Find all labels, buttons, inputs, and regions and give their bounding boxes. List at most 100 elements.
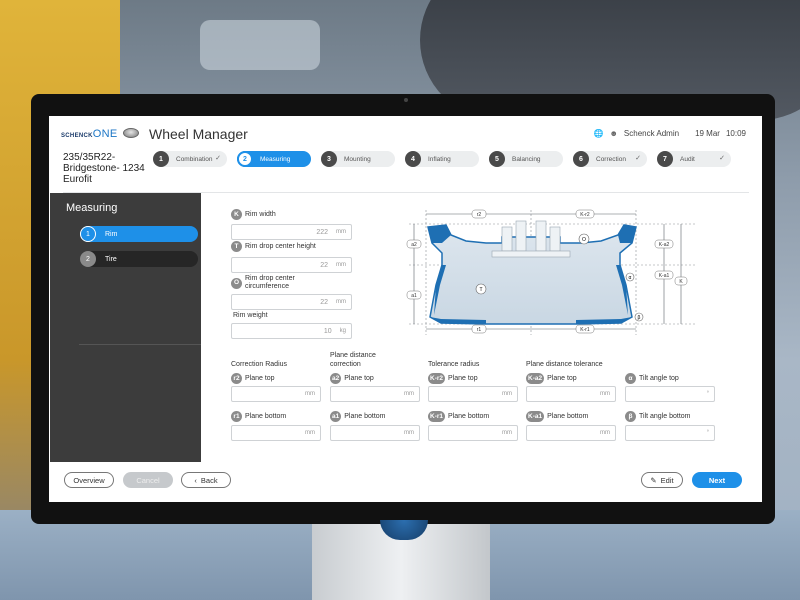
step-label: Inflating (428, 155, 451, 163)
user-icon[interactable]: ☻ (610, 129, 618, 138)
rim-width-input[interactable]: 222 mm (231, 224, 352, 240)
field-label: Plane bottom (547, 412, 589, 420)
rim-drop-height-input[interactable]: 22 mm (231, 257, 352, 273)
field-value: 222 (316, 228, 328, 236)
field-unit: ° (706, 430, 709, 436)
app-header: SCHENCKONE Wheel Manager 🌐 ☻ Schenck Adm… (49, 116, 762, 150)
plane-top-input[interactable]: ° (625, 386, 715, 402)
column-heading: Plane distance tolerance (526, 361, 603, 368)
sidebar-item-tire[interactable]: 2 Tire (80, 251, 198, 267)
field-label: Plane top (448, 374, 478, 382)
plane-bottom-label: K-r1 Plane bottom (428, 411, 489, 422)
back-button[interactable]: ‹ Back (181, 472, 231, 488)
plane-top-label: r2 Plane top (231, 373, 275, 384)
date: 19 Mar (695, 129, 720, 138)
step-label: Balancing (512, 155, 541, 163)
check-icon: ✓ (719, 155, 725, 162)
step-number: 2 (237, 151, 253, 167)
next-button[interactable]: Next (692, 472, 742, 488)
field-unit: mm (600, 391, 610, 397)
edit-label: Edit (660, 475, 674, 485)
field-badge: β (625, 411, 636, 422)
edit-button[interactable]: ✎ Edit (641, 472, 683, 488)
plane-bottom-input[interactable]: mm (428, 425, 518, 441)
plane-top-label: α Tilt angle top (625, 373, 679, 384)
plane-top-input[interactable]: mm (231, 386, 321, 402)
step-number: 3 (321, 151, 337, 167)
rim-cross-section-diagram: O T α β r2 K-r2 r1 K-r1 a2 a1 K-a2 K-a1 (406, 209, 696, 335)
pencil-icon: ✎ (650, 475, 657, 485)
field-unit: mm (336, 229, 346, 235)
plane-top-input[interactable]: mm (330, 386, 420, 402)
field-badge: α (625, 373, 636, 384)
globe-icon[interactable]: 🌐 (594, 129, 604, 138)
step-number: 7 (657, 151, 673, 167)
step-mounting[interactable]: 3 Mounting (321, 151, 395, 167)
field-value: 22 (320, 298, 328, 306)
step-correction[interactable]: 6 Correction ✓ (573, 151, 647, 167)
field-label: Plane top (245, 374, 275, 382)
a2-tag: a2 (411, 242, 417, 248)
plane-bottom-label: r1 Plane bottom (231, 411, 286, 422)
step-combination[interactable]: 1 Combination ✓ (153, 151, 227, 167)
step-label: Correction (596, 155, 626, 163)
sidebar-item-rim[interactable]: 1 Rim (80, 226, 198, 242)
step-number: 1 (153, 151, 169, 167)
kr2-tag: K-r2 (580, 212, 590, 218)
field-value: 10 (323, 327, 332, 335)
plane-top-label: a2 Plane top (330, 373, 374, 384)
lamp-backdrop (200, 20, 320, 70)
app-title: Wheel Manager (149, 126, 248, 142)
kr1-tag: K-r1 (580, 327, 590, 333)
field-badge: K-a1 (526, 411, 545, 422)
plane-bottom-input[interactable]: mm (330, 425, 420, 441)
step-label: Combination (176, 155, 213, 163)
cancel-button[interactable]: Cancel (123, 472, 173, 488)
beta-marker: β (638, 315, 641, 321)
step-number: 5 (489, 151, 505, 167)
plane-bottom-label: a1 Plane bottom (330, 411, 385, 422)
r1-tag: r1 (477, 327, 482, 333)
a1-tag: a1 (411, 293, 417, 299)
step-inflating[interactable]: 4 Inflating (405, 151, 479, 167)
schenck-logo: SCHENCKONE (61, 128, 118, 140)
field-badge: K-r2 (428, 373, 446, 384)
rim-weight-input[interactable]: 10 kg (231, 323, 352, 339)
user-name[interactable]: Schenck Admin (624, 129, 679, 138)
step-number: 2 (80, 251, 96, 267)
field-label: Rim width (245, 210, 276, 218)
step-number: 6 (573, 151, 589, 167)
field-unit: kg (339, 328, 346, 334)
step-audit[interactable]: 7 Audit ✓ (657, 151, 731, 167)
camera-dot (404, 98, 408, 102)
field-label: Plane bottom (448, 412, 490, 420)
app-screen: SCHENCKONE Wheel Manager 🌐 ☻ Schenck Adm… (49, 116, 762, 502)
step-measuring[interactable]: 2 Measuring (237, 151, 311, 167)
header-status: 🌐 ☻ Schenck Admin 19 Mar 10:09 (594, 129, 746, 138)
step-balancing[interactable]: 5 Balancing (489, 151, 563, 167)
field-label: Rim weight (233, 312, 268, 319)
plane-bottom-input[interactable]: mm (231, 425, 321, 441)
plane-bottom-input[interactable]: ° (625, 425, 715, 441)
sidebar-item-label: Rim (105, 230, 118, 238)
field-label: Plane top (547, 374, 577, 382)
field-badge: K-r1 (428, 411, 446, 422)
field-unit: mm (404, 430, 414, 436)
plane-top-input[interactable]: mm (428, 386, 518, 402)
process-stepper: 1 Combination ✓ 2 Measuring 3 Mounting 4 Inflati… (153, 151, 731, 167)
field-value: 22 (320, 261, 328, 269)
field-label: Plane top (344, 374, 374, 382)
step-label: Mounting (344, 155, 371, 163)
field-badge: a1 (330, 411, 342, 422)
rim-drop-circ-input[interactable]: 22 mm (231, 294, 352, 310)
field-label: Rim drop center circumference (245, 275, 295, 290)
field-unit: mm (336, 299, 346, 305)
plane-top-input[interactable]: mm (526, 386, 616, 402)
wheel-app-icon (123, 128, 139, 138)
o-marker: O (582, 237, 586, 243)
field-unit: mm (305, 430, 315, 436)
plane-bottom-input[interactable]: mm (526, 425, 616, 441)
step-label: Measuring (260, 155, 291, 163)
sidebar-item-label: Tire (105, 255, 117, 263)
overview-button[interactable]: Overview (64, 472, 114, 488)
